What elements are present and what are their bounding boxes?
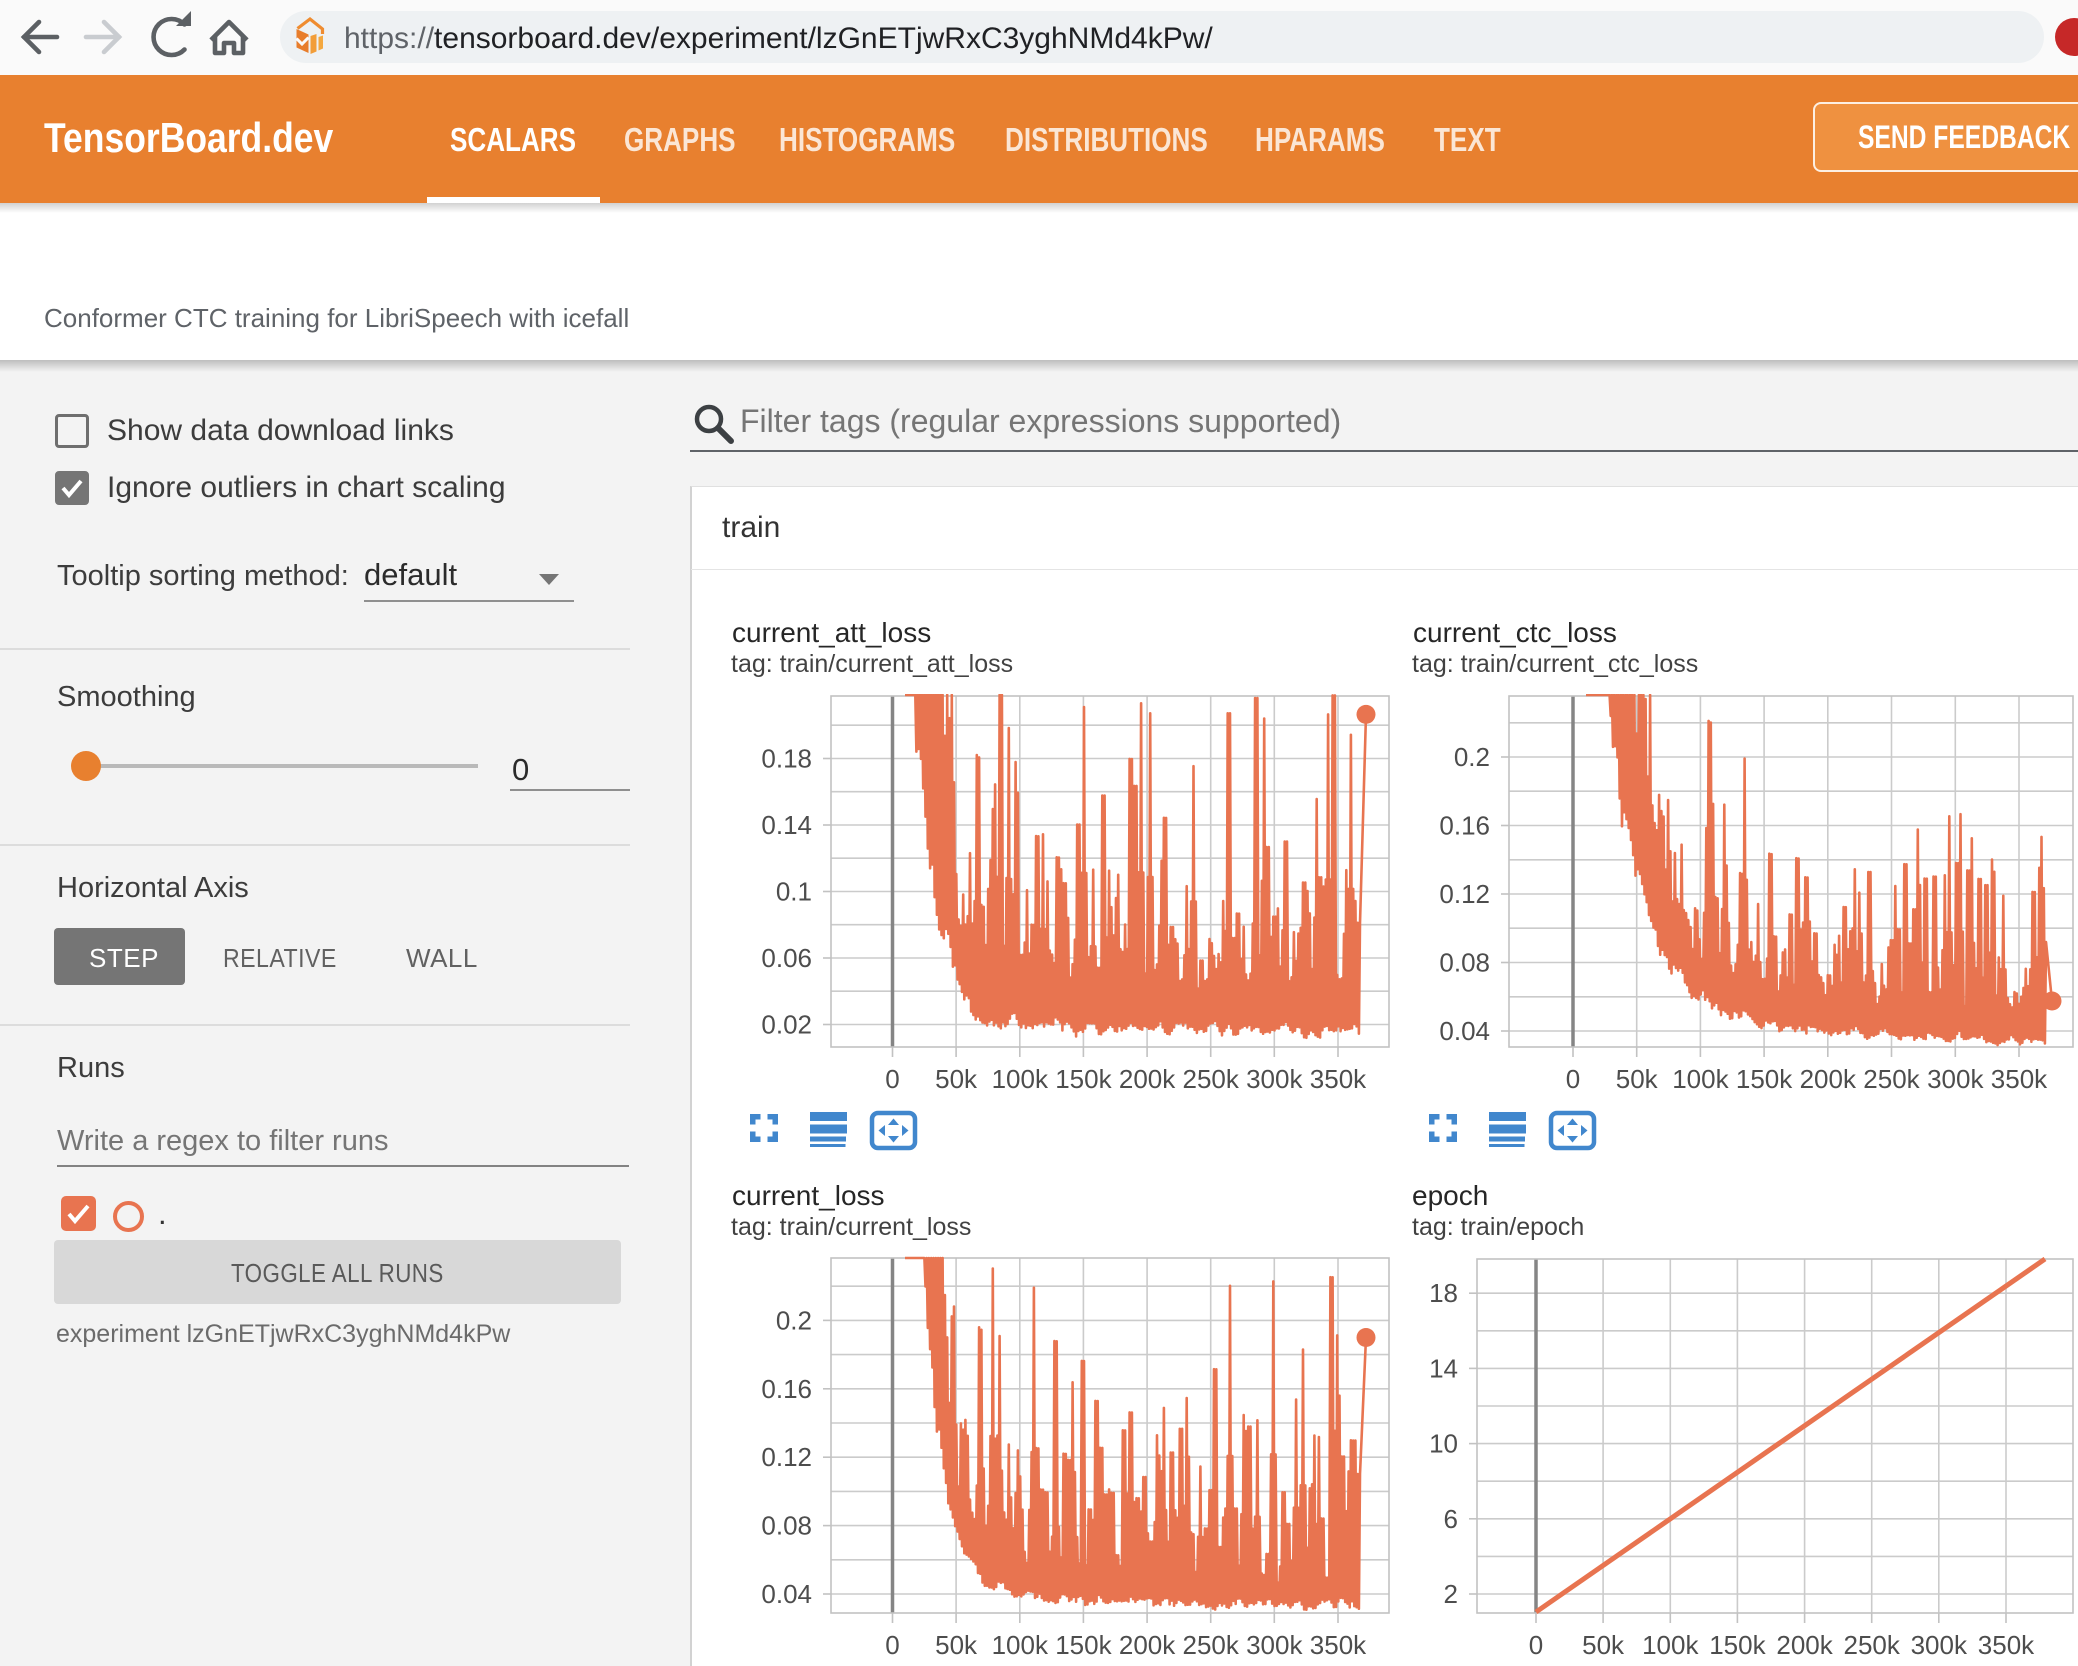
svg-text:0.04: 0.04	[1439, 1016, 1490, 1046]
svg-text:100k: 100k	[992, 1064, 1049, 1094]
svg-text:0: 0	[1529, 1630, 1543, 1660]
svg-text:150k: 150k	[1055, 1630, 1112, 1660]
svg-text:350k: 350k	[1978, 1630, 2035, 1660]
svg-text:0: 0	[1566, 1064, 1580, 1094]
svg-text:100k: 100k	[1642, 1630, 1699, 1660]
svg-text:10: 10	[1429, 1429, 1458, 1459]
svg-text:6: 6	[1444, 1504, 1458, 1534]
svg-text:50k: 50k	[1616, 1064, 1659, 1094]
svg-text:250k: 250k	[1183, 1064, 1240, 1094]
svg-text:14: 14	[1429, 1353, 1458, 1383]
svg-text:50k: 50k	[1582, 1630, 1625, 1660]
svg-text:300k: 300k	[1927, 1064, 1984, 1094]
svg-text:300k: 300k	[1246, 1064, 1303, 1094]
svg-text:100k: 100k	[1672, 1064, 1729, 1094]
svg-text:0.16: 0.16	[761, 1374, 812, 1404]
svg-text:200k: 200k	[1800, 1064, 1857, 1094]
svg-text:0.04: 0.04	[761, 1579, 812, 1609]
svg-text:350k: 350k	[1991, 1064, 2048, 1094]
svg-text:300k: 300k	[1246, 1630, 1303, 1660]
svg-text:0.08: 0.08	[761, 1511, 812, 1541]
svg-text:18: 18	[1429, 1278, 1458, 1308]
svg-text:50k: 50k	[935, 1064, 978, 1094]
svg-text:0: 0	[885, 1064, 899, 1094]
svg-text:150k: 150k	[1709, 1630, 1766, 1660]
svg-text:350k: 350k	[1310, 1064, 1367, 1094]
svg-text:350k: 350k	[1310, 1630, 1367, 1660]
svg-text:250k: 250k	[1183, 1630, 1240, 1660]
svg-text:150k: 150k	[1055, 1064, 1112, 1094]
svg-text:200k: 200k	[1119, 1630, 1176, 1660]
svg-text:0.06: 0.06	[761, 943, 812, 973]
svg-text:2: 2	[1444, 1579, 1458, 1609]
svg-text:0.2: 0.2	[776, 1305, 812, 1335]
svg-text:50k: 50k	[935, 1630, 978, 1660]
svg-text:150k: 150k	[1736, 1064, 1793, 1094]
svg-text:100k: 100k	[992, 1630, 1049, 1660]
svg-text:250k: 250k	[1844, 1630, 1901, 1660]
svg-text:200k: 200k	[1119, 1064, 1176, 1094]
svg-text:0.12: 0.12	[761, 1442, 812, 1472]
svg-text:0.08: 0.08	[1439, 948, 1490, 978]
svg-text:0.2: 0.2	[1454, 742, 1490, 772]
svg-text:0.12: 0.12	[1439, 879, 1490, 909]
svg-text:200k: 200k	[1776, 1630, 1833, 1660]
svg-text:300k: 300k	[1911, 1630, 1968, 1660]
svg-text:0.16: 0.16	[1439, 811, 1490, 841]
svg-text:0.18: 0.18	[761, 744, 812, 774]
svg-text:250k: 250k	[1863, 1064, 1920, 1094]
svg-text:0.02: 0.02	[761, 1010, 812, 1040]
svg-text:0: 0	[885, 1630, 899, 1660]
svg-text:0.1: 0.1	[776, 877, 812, 907]
svg-text:0.14: 0.14	[761, 810, 812, 840]
